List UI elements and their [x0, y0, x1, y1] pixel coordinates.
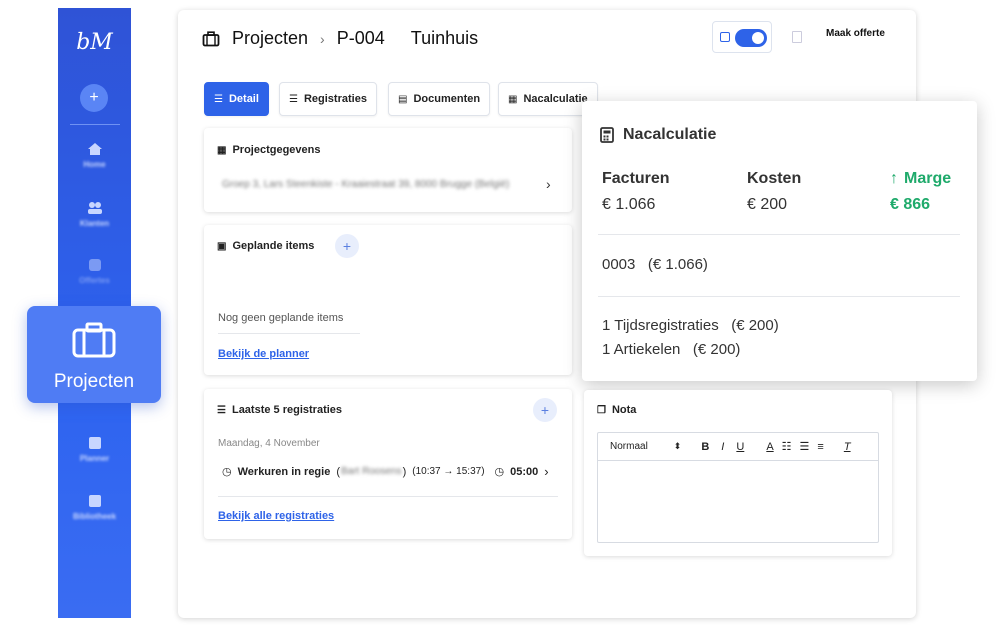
divider	[218, 496, 558, 497]
chevron-right-icon[interactable]: ›	[546, 176, 551, 192]
registration-person: Bart Roosens	[341, 466, 402, 477]
home-icon	[87, 143, 102, 155]
registraties-card: ☰ Laatste 5 registraties + Maandag, 4 No…	[204, 389, 572, 539]
trash-icon[interactable]	[792, 31, 802, 43]
tab-label: Documenten	[413, 93, 481, 105]
divider	[598, 234, 960, 235]
sidebar-item-label: Planner	[79, 454, 110, 463]
cost-line-articles: 1 Artiekelen (€ 200)	[602, 341, 741, 358]
sidebar-item-label: Home	[83, 160, 106, 169]
calendar-icon	[88, 437, 101, 449]
section-title: ☰ Laatste 5 registraties	[217, 404, 343, 416]
divider	[218, 333, 360, 334]
tab-label: Detail	[228, 93, 259, 105]
clock-icon: ◷	[222, 466, 232, 478]
italic-icon[interactable]: I	[721, 441, 724, 453]
calculator-icon	[600, 127, 614, 143]
calculator-icon: ▦	[508, 93, 518, 105]
underline-icon[interactable]: U	[736, 441, 744, 453]
format-select-arrow-icon[interactable]: ⬍	[674, 441, 682, 452]
section-title: ▣ Geplande items	[217, 240, 315, 252]
popover-title: Nacalculatie	[600, 126, 716, 144]
breadcrumb-root[interactable]: Projecten	[232, 28, 308, 49]
calendar-icon: ▣	[217, 240, 227, 252]
briefcase-icon	[202, 30, 220, 46]
tab-label: Registraties	[303, 93, 367, 105]
sidebar-item-projecten[interactable]: Projecten	[27, 306, 161, 403]
bold-icon[interactable]: B	[701, 441, 709, 453]
planner-link[interactable]: Bekijk de planner	[218, 348, 309, 360]
empty-state-text: Nog geen geplande items	[218, 312, 344, 324]
align-icon[interactable]: ≡	[817, 441, 823, 453]
list-icon: ☰	[214, 93, 223, 105]
kosten-column: Kosten € 200	[747, 170, 802, 213]
sidebar-item-label: Bibliotheek	[72, 512, 117, 521]
inbox-icon	[88, 259, 101, 271]
facturen-column: Facturen € 1.066	[602, 170, 670, 213]
clear-format-icon[interactable]: T	[844, 441, 851, 453]
add-button[interactable]: +	[80, 84, 108, 112]
sidebar-item-bibliotheek[interactable]: Bibliotheek	[58, 494, 131, 521]
make-offer-button[interactable]: Maak offerte	[826, 28, 885, 39]
add-planned-item-button[interactable]: +	[335, 234, 359, 258]
tab-documenten[interactable]: ▤ Documenten	[388, 82, 491, 116]
app-logo: bM	[76, 30, 113, 55]
list-icon: ☰	[217, 404, 226, 416]
divider	[598, 296, 960, 297]
format-select[interactable]: Normaal	[610, 441, 648, 452]
editor-toolbar: Normaal ⬍ B I U A ☷ ☰ ≡ T	[598, 433, 878, 461]
breadcrumb-separator: ›	[320, 30, 325, 47]
document-icon: ▤	[398, 93, 408, 105]
registration-row[interactable]: ◷ Werkuren in regie (Bart Roosens) (10:3…	[222, 464, 562, 479]
note-icon: ❐	[597, 404, 606, 416]
project-address: Groep 3, Lars Steenkiste - Kraaiestraat …	[222, 179, 510, 190]
arrow-up-icon: ↑	[890, 170, 898, 187]
registration-time: (10:37 → 15:37)	[412, 466, 485, 477]
briefcase-icon	[72, 322, 116, 358]
add-registration-button[interactable]: +	[533, 398, 557, 422]
text-color-icon[interactable]: A	[766, 441, 773, 453]
calendar-icon	[720, 32, 730, 42]
project-code: P-004	[336, 28, 385, 48]
breadcrumb: Projecten › P-004 Tuinhuis	[202, 28, 478, 49]
sidebar-divider	[70, 124, 120, 125]
tab-label: Nacalculatie	[523, 93, 588, 105]
section-title: ❐ Nota	[597, 404, 637, 416]
tab-detail[interactable]: ☰ Detail	[204, 82, 269, 116]
sidebar-item-label: Projecten	[53, 371, 135, 392]
registration-duration: 05:00	[510, 465, 539, 478]
cost-line-time: 1 Tijdsregistraties (€ 200)	[602, 317, 779, 334]
project-name: Tuinhuis	[410, 28, 479, 48]
nota-card: ❐ Nota Normaal ⬍ B I U A ☷ ☰ ≡ T	[584, 390, 892, 556]
sidebar-item-planner[interactable]: Planner	[58, 436, 131, 463]
users-icon	[87, 202, 102, 214]
invoice-line[interactable]: 0003 (€ 1.066)	[602, 256, 708, 273]
geplande-items-card: ▣ Geplande items + Nog geen geplande ite…	[204, 225, 572, 375]
nacalculatie-popover: Nacalculatie Facturen € 1.066 Kosten € 2…	[582, 101, 977, 381]
toggle-switch[interactable]	[735, 29, 767, 47]
all-registrations-link[interactable]: Bekijk alle registraties	[218, 510, 334, 522]
calculator-icon: ▦	[217, 144, 227, 156]
registration-type: Werkuren in regie	[237, 465, 331, 478]
ordered-list-icon[interactable]: ☷	[782, 440, 792, 453]
sidebar-item-label: Offertes	[79, 276, 110, 285]
registration-date: Maandag, 4 November	[218, 438, 320, 449]
sidebar-item-offertes[interactable]: Offertes	[58, 258, 131, 285]
timer-icon: ◷	[494, 466, 505, 478]
chevron-right-icon: ›	[544, 464, 549, 479]
list-icon: ☰	[289, 93, 298, 105]
sidebar-item-label: Klanten	[79, 219, 110, 228]
book-icon	[88, 495, 101, 507]
marge-column: ↑ Marge € 866	[890, 170, 952, 213]
planning-toggle[interactable]	[712, 21, 772, 53]
sidebar-item-home[interactable]: Home	[58, 142, 131, 169]
bullet-list-icon[interactable]: ☰	[800, 440, 810, 453]
note-editor[interactable]: Normaal ⬍ B I U A ☷ ☰ ≡ T	[597, 432, 879, 543]
projectgegevens-card: ▦ Projectgegevens Groep 3, Lars Steenkis…	[204, 128, 572, 212]
section-title: ▦ Projectgegevens	[217, 144, 321, 156]
sidebar-item-klanten[interactable]: Klanten	[58, 201, 131, 228]
tab-registraties[interactable]: ☰ Registraties	[279, 82, 377, 116]
